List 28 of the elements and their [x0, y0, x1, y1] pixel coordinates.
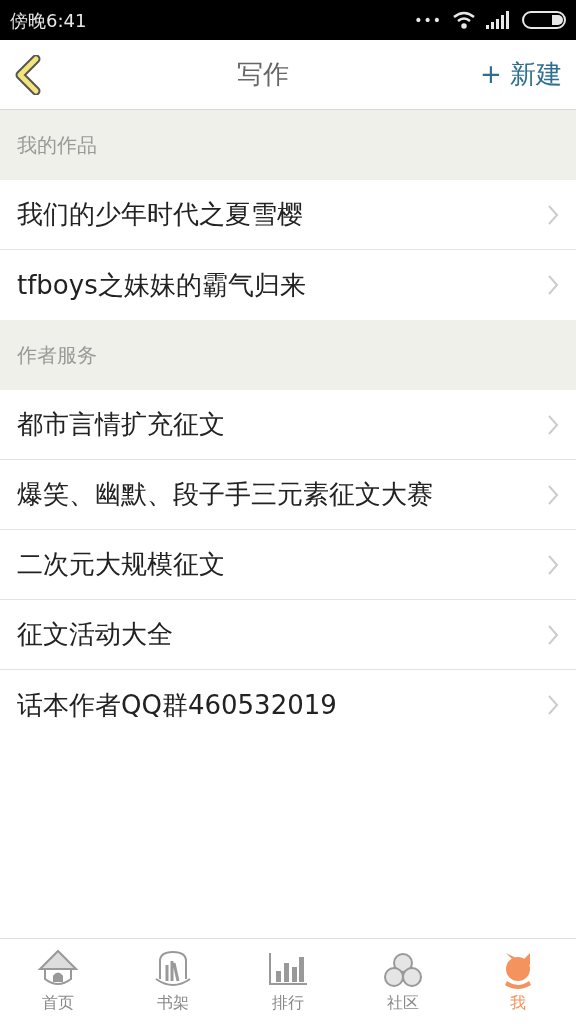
section-header: 我的作品: [0, 110, 576, 180]
chevron-right-icon: [547, 274, 559, 296]
chevron-right-icon: [547, 623, 559, 646]
wifi-icon: [452, 11, 476, 29]
new-button[interactable]: + 新建: [479, 55, 562, 94]
back-chevron-icon: [14, 54, 42, 95]
section-header: 作者服务: [0, 320, 576, 390]
row-label: 二次元大规模征文: [17, 548, 225, 581]
row-label: 都市言情扩充征文: [17, 408, 225, 441]
tab[interactable]: 首页: [0, 939, 116, 1024]
tab[interactable]: 排行: [230, 939, 346, 1024]
chevron-right-icon: [547, 483, 559, 506]
row-label: 话本作者QQ群460532019: [17, 688, 337, 722]
tab[interactable]: 书架: [115, 939, 231, 1024]
page-title: 写作: [236, 58, 289, 91]
chevron-right-icon: [547, 203, 559, 226]
status-time: 傍晚6:41: [10, 8, 87, 33]
chevron-right-icon: [547, 694, 559, 716]
chevron-right-icon: [547, 553, 559, 576]
row-label: 征文活动大全: [17, 618, 173, 651]
battery-icon: [522, 11, 566, 29]
row-label: tfboys之妹妹的霸气归来: [17, 268, 306, 302]
more-dots: •••: [414, 10, 442, 30]
signal-icon: [486, 11, 512, 29]
tab[interactable]: 社区: [345, 939, 461, 1024]
chevron-right-icon: [547, 413, 559, 436]
row-label: 我们的少年时代之夏雪樱: [17, 198, 303, 231]
row-label: 爆笑、幽默、段子手三元素征文大赛: [17, 478, 433, 511]
